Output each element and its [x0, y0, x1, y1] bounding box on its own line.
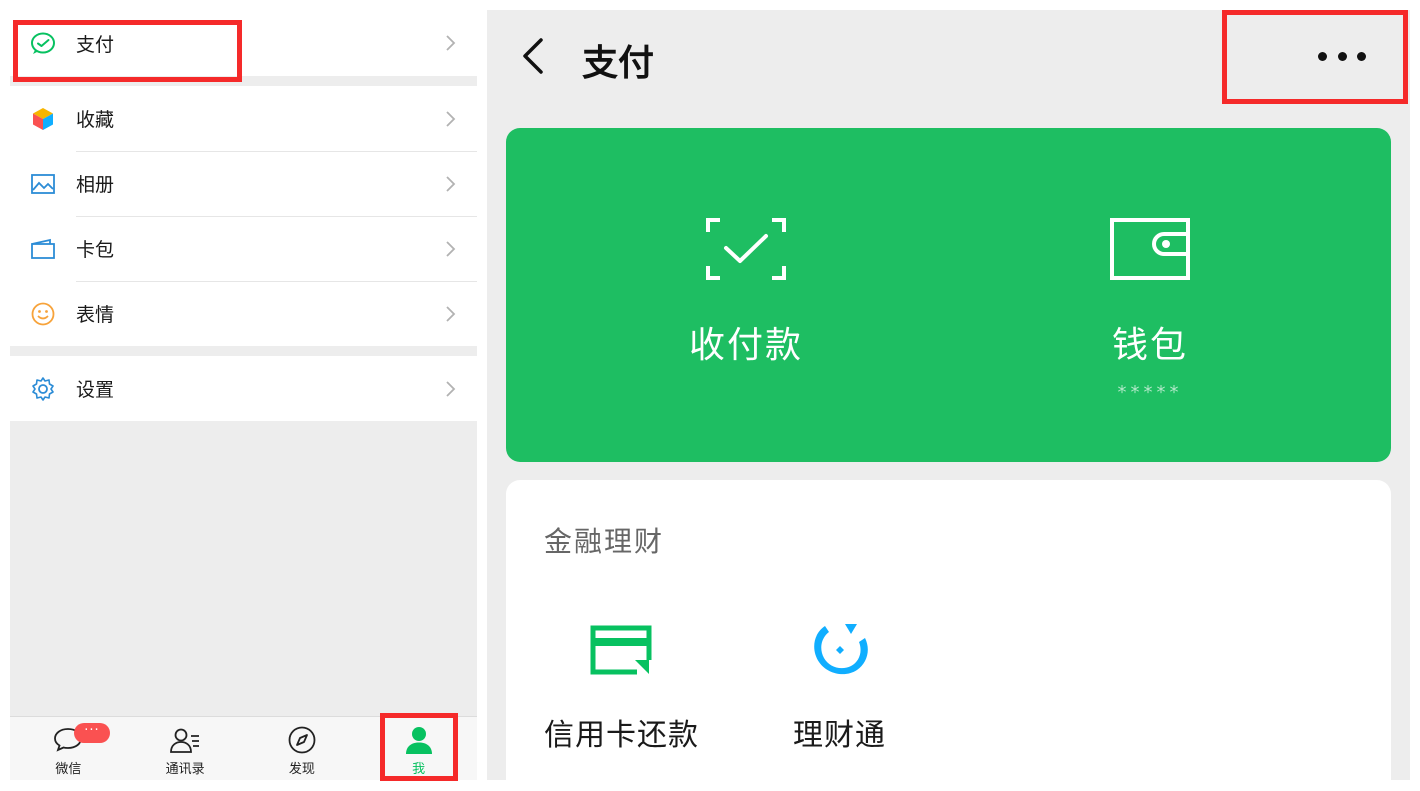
tab-me[interactable]: 我	[360, 717, 477, 780]
me-page-panel: 支付 收藏 相册 卡包 表情 设置 ··· 微信 通讯录 发现 我	[10, 10, 477, 780]
tab-discover[interactable]: 发现	[244, 717, 361, 780]
chevron-right-icon	[446, 380, 456, 397]
menu-item-label: 收藏	[76, 109, 115, 131]
menu-item-label: 支付	[76, 33, 115, 56]
wealth-icon	[813, 624, 868, 675]
tab-label: 发现	[288, 762, 315, 777]
chevron-right-icon	[446, 240, 456, 257]
tab-contacts[interactable]: 通讯录	[127, 717, 244, 780]
service-label: 理财通	[793, 718, 886, 753]
menu-item-label: 表情	[76, 304, 115, 326]
tab-chats[interactable]: ··· 微信	[10, 717, 127, 780]
favorites-icon	[30, 106, 56, 132]
menu-item-label: 卡包	[76, 239, 115, 261]
pay-main-card: 收付款 钱包 *****	[506, 128, 1391, 462]
more-dots-icon[interactable]	[1318, 44, 1366, 68]
nav-bar: 支付	[487, 10, 1410, 102]
menu-item-pay[interactable]: 支付	[10, 10, 477, 76]
back-arrow-icon[interactable]	[517, 36, 547, 76]
chevron-right-icon	[446, 110, 456, 127]
finance-section: 金融理财 信用卡还款 理财通	[506, 480, 1391, 780]
album-icon	[30, 171, 56, 197]
group-spacer	[10, 346, 477, 356]
section-title: 金融理财	[544, 525, 665, 558]
contacts-icon	[169, 725, 201, 755]
chevron-right-icon	[446, 305, 456, 322]
card-wallet-icon	[30, 236, 56, 262]
person-icon	[403, 725, 435, 755]
wallet-icon	[1110, 218, 1190, 280]
tab-label: 通讯录	[165, 762, 205, 777]
page-title: 支付	[582, 43, 655, 84]
chevron-right-icon	[446, 175, 456, 192]
menu-item-album[interactable]: 相册	[10, 151, 477, 216]
pay-page-panel: 支付 收付款 钱包 ***** 金融理财 信用卡还款 理财通	[487, 10, 1410, 780]
menu-item-cards[interactable]: 卡包	[10, 216, 477, 281]
scan-check-icon	[706, 218, 786, 280]
money-label: 收付款	[688, 325, 803, 366]
wealth-button[interactable]: 理财通	[793, 620, 886, 754]
money-button[interactable]: 收付款	[596, 128, 896, 462]
compass-icon	[286, 725, 318, 755]
menu-item-stickers[interactable]: 表情	[10, 281, 477, 346]
credit-card-icon	[590, 625, 651, 675]
menu-item-label: 相册	[76, 174, 115, 196]
pay-group: 支付	[10, 10, 477, 76]
pay-icon	[30, 30, 56, 56]
settings-gear-icon	[30, 376, 56, 402]
tab-label: 我	[412, 762, 426, 777]
chevron-right-icon	[446, 35, 456, 51]
credit-card-repay-button[interactable]: 信用卡还款	[544, 620, 699, 754]
wallet-button[interactable]: 钱包 *****	[1000, 128, 1300, 462]
bottom-tab-bar: ··· 微信 通讯录 发现 我	[10, 716, 477, 780]
sticker-icon	[30, 301, 56, 327]
menu-item-label: 设置	[76, 379, 115, 401]
service-label: 信用卡还款	[544, 718, 699, 753]
unread-badge: ···	[74, 723, 110, 743]
tab-label: 微信	[55, 762, 82, 777]
menu-item-favorites[interactable]: 收藏	[10, 86, 477, 151]
settings-group: 设置	[10, 356, 477, 421]
wallet-label: 钱包	[1111, 325, 1188, 366]
tools-group: 收藏 相册 卡包 表情	[10, 86, 477, 346]
wallet-balance-masked: *****	[1117, 382, 1183, 403]
menu-item-settings[interactable]: 设置	[10, 356, 477, 421]
group-spacer	[10, 76, 477, 86]
